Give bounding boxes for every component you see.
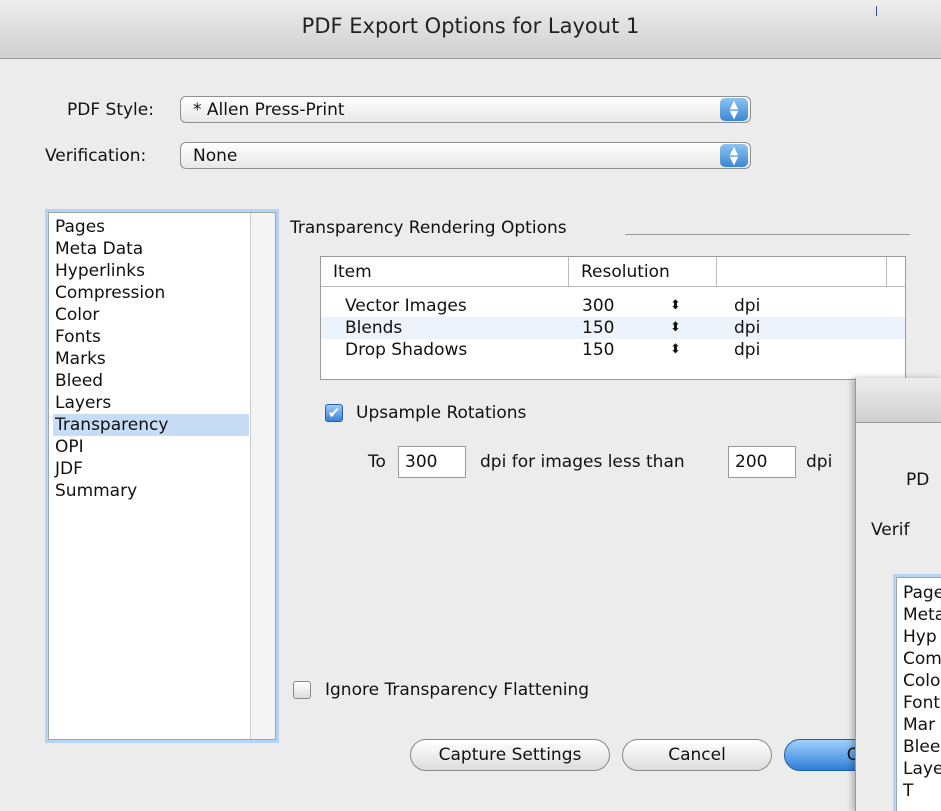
overlay-list-item[interactable]: Page bbox=[903, 582, 941, 604]
row-resolution[interactable]: 150 bbox=[582, 317, 614, 339]
overlay-list-item[interactable]: Blee bbox=[903, 736, 940, 758]
title-bar[interactable]: PDF Export Options for Layout 1 bbox=[0, 0, 941, 59]
stepper-icon[interactable]: ⬍ bbox=[670, 317, 681, 339]
overlay-pdf-label: PD bbox=[906, 470, 930, 490]
column-header-unit[interactable] bbox=[717, 257, 887, 287]
category-item-summary[interactable]: Summary bbox=[53, 480, 249, 502]
popup-arrows-icon: ▲ ▼ bbox=[720, 98, 748, 121]
overlay-list-item[interactable]: Mar bbox=[903, 714, 935, 736]
row-resolution[interactable]: 300 bbox=[582, 295, 614, 317]
dpi-end-label: dpi bbox=[806, 452, 833, 472]
pdf-style-label: PDF Style: bbox=[67, 100, 154, 120]
category-item-opi[interactable]: OPI bbox=[53, 436, 249, 458]
upsample-to-dpi-field[interactable]: 300 bbox=[398, 446, 466, 478]
capture-settings-button[interactable]: Capture Settings bbox=[410, 739, 610, 771]
overlay-category-list[interactable]: Page Meta Hyp Com Colo Font Mar Blee Lay… bbox=[896, 577, 941, 811]
table-row[interactable]: Blends 150 ⬍ dpi bbox=[321, 317, 905, 339]
stepper-icon[interactable]: ⬍ bbox=[670, 339, 681, 361]
overlay-list-item[interactable]: Colo bbox=[903, 670, 940, 692]
section-divider bbox=[625, 234, 910, 235]
stepper-icon[interactable]: ⬍ bbox=[670, 295, 681, 317]
row-unit: dpi bbox=[734, 318, 761, 338]
column-header-end bbox=[887, 257, 905, 287]
ignore-flattening-label: Ignore Transparency Flattening bbox=[325, 680, 590, 700]
table-row[interactable]: Drop Shadows 150 ⬍ dpi bbox=[321, 339, 905, 361]
ignore-flattening-checkbox[interactable] bbox=[293, 681, 311, 699]
category-item-hyperlinks[interactable]: Hyperlinks bbox=[53, 260, 249, 282]
category-item-transparency[interactable]: Transparency bbox=[53, 414, 249, 436]
overlay-list-item[interactable]: T bbox=[903, 780, 913, 802]
overlay-list-item[interactable]: Laye bbox=[903, 758, 941, 780]
overlay-title-bar[interactable] bbox=[856, 378, 941, 423]
category-item-fonts[interactable]: Fonts bbox=[53, 326, 249, 348]
verification-popup[interactable]: None ▲ ▼ bbox=[180, 142, 751, 169]
dpi-less-than-label: dpi for images less than bbox=[480, 452, 685, 472]
pdf-style-value: * Allen Press-Print bbox=[193, 100, 345, 120]
to-label: To bbox=[368, 452, 386, 472]
category-list[interactable]: Pages Meta Data Hyperlinks Compression C… bbox=[48, 212, 276, 740]
overlay-verification-label: Verif bbox=[871, 520, 910, 540]
pdf-style-popup[interactable]: * Allen Press-Print ▲ ▼ bbox=[180, 96, 751, 123]
category-item-meta-data[interactable]: Meta Data bbox=[53, 238, 249, 260]
upsample-rotations-label: Upsample Rotations bbox=[356, 403, 527, 423]
window-title: PDF Export Options for Layout 1 bbox=[301, 14, 640, 38]
cancel-button[interactable]: Cancel bbox=[622, 739, 772, 771]
row-unit: dpi bbox=[734, 340, 761, 360]
section-title: Transparency Rendering Options bbox=[290, 218, 567, 238]
resolution-table[interactable]: Item Resolution Vector Images 300 ⬍ dpi … bbox=[320, 256, 906, 380]
verification-value: None bbox=[193, 146, 238, 166]
less-than-dpi-field[interactable]: 200 bbox=[728, 446, 796, 478]
category-item-bleed[interactable]: Bleed bbox=[53, 370, 249, 392]
row-item: Blends bbox=[345, 318, 403, 338]
overlay-list-item[interactable]: Com bbox=[903, 648, 941, 670]
column-header-item[interactable]: Item bbox=[321, 257, 569, 287]
category-item-layers[interactable]: Layers bbox=[53, 392, 249, 414]
row-resolution[interactable]: 150 bbox=[582, 339, 614, 361]
pdf-export-dialog: PDF Export Options for Layout 1 PDF Styl… bbox=[0, 0, 941, 811]
row-item: Drop Shadows bbox=[345, 340, 468, 360]
category-item-compression[interactable]: Compression bbox=[53, 282, 249, 304]
overlay-list-item[interactable]: Meta bbox=[903, 604, 941, 626]
row-unit: dpi bbox=[734, 296, 761, 316]
overlay-list-item[interactable]: Hyp bbox=[903, 626, 937, 648]
popup-arrows-icon: ▲ ▼ bbox=[720, 144, 748, 167]
category-item-jdf[interactable]: JDF bbox=[53, 458, 249, 480]
category-item-color[interactable]: Color bbox=[53, 304, 249, 326]
category-item-pages[interactable]: Pages bbox=[53, 216, 249, 238]
row-item: Vector Images bbox=[345, 296, 467, 316]
table-row[interactable]: Vector Images 300 ⬍ dpi bbox=[321, 295, 905, 317]
category-item-marks[interactable]: Marks bbox=[53, 348, 249, 370]
overlay-list-item[interactable]: Font bbox=[903, 692, 940, 714]
overlay-dialog: PD Verif Page Meta Hyp Com Colo Font Mar… bbox=[855, 378, 941, 811]
verification-label: Verification: bbox=[45, 146, 147, 166]
category-list-scrollbar[interactable] bbox=[250, 213, 275, 739]
upsample-rotations-checkbox[interactable]: ✔ bbox=[325, 404, 343, 422]
column-header-resolution[interactable]: Resolution bbox=[569, 257, 717, 287]
cursor-mark bbox=[876, 6, 877, 16]
